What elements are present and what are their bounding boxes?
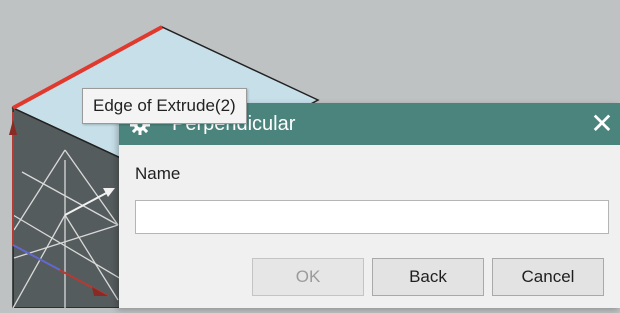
close-icon[interactable]: ✕: [586, 108, 618, 140]
back-button[interactable]: Back: [372, 258, 484, 296]
edge-tooltip: Edge of Extrude(2): [82, 88, 247, 124]
name-input[interactable]: [135, 200, 609, 234]
perpendicular-dialog: Perpendicular ✕ Name OK Back Cancel: [119, 103, 620, 308]
cancel-button[interactable]: Cancel: [492, 258, 604, 296]
name-label: Name: [135, 164, 181, 183]
ok-button[interactable]: OK: [252, 258, 364, 296]
